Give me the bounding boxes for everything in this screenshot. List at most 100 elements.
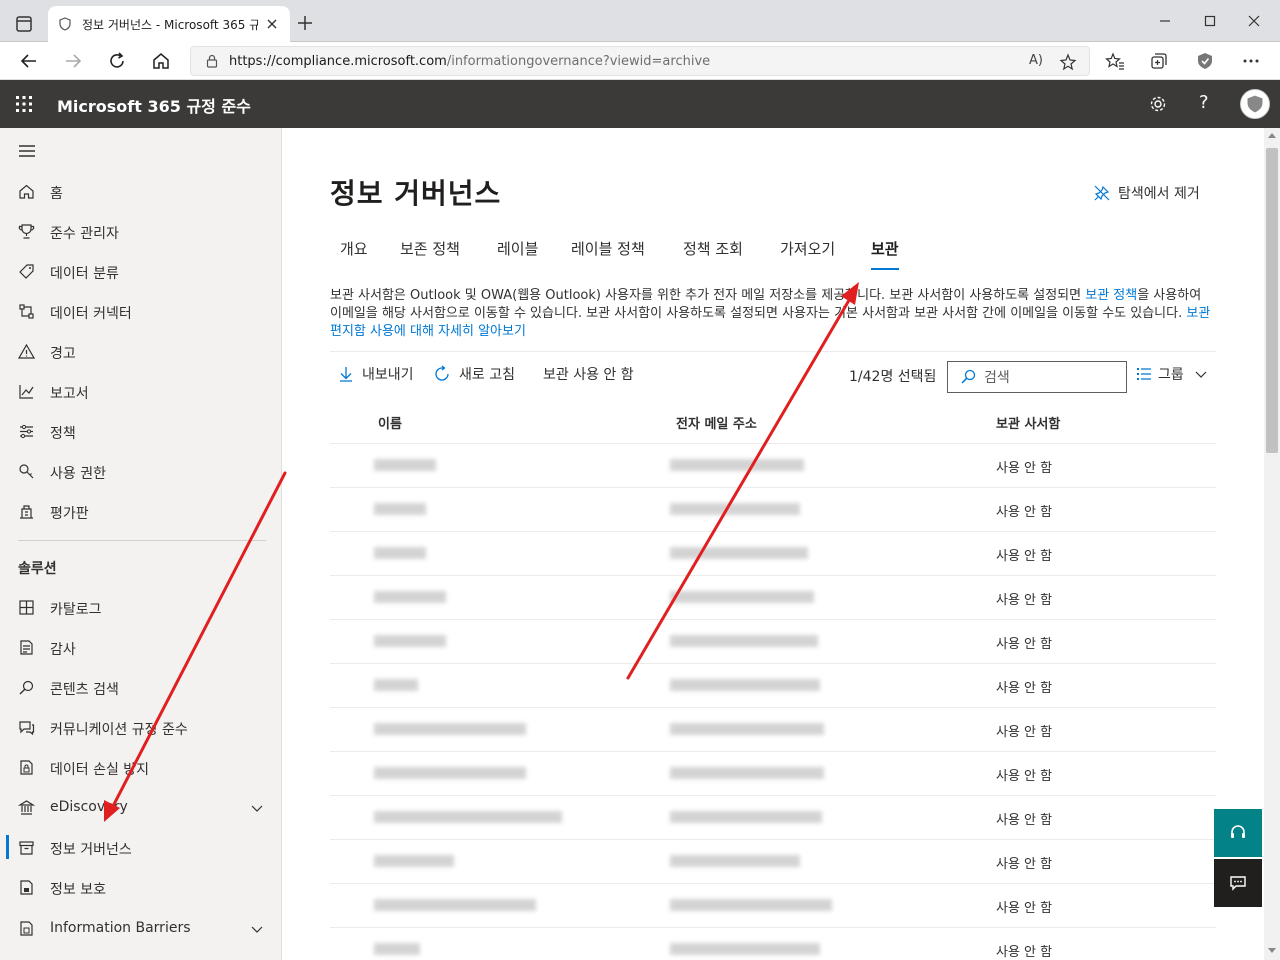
back-icon[interactable] — [19, 51, 39, 71]
sidebar-item-label: 정보 거버넌스 — [50, 842, 132, 858]
scrollbar-thumb[interactable] — [1266, 148, 1278, 453]
column-header-archive[interactable]: 보관 사서함 — [996, 413, 1060, 432]
sidebar-item-permissions[interactable]: 사용 권한 — [0, 451, 282, 491]
chat-icon — [19, 721, 35, 736]
forward-icon[interactable] — [63, 51, 83, 71]
chevron-down-icon — [1195, 371, 1207, 378]
tab-label-policies[interactable]: 레이블 정책 — [571, 238, 645, 270]
refresh-icon[interactable] — [107, 51, 127, 71]
sidebar-item-audit[interactable]: 감사 — [0, 627, 282, 667]
tab-policy-lookup[interactable]: 정책 조회 — [683, 238, 743, 270]
disable-archive-button[interactable]: 보관 사용 안 함 — [543, 364, 634, 384]
table-row[interactable]: 사용 안 함 — [330, 928, 1216, 960]
table-row[interactable]: 사용 안 함 — [330, 664, 1216, 708]
app-header: Microsoft 365 규정 준수 ? — [0, 80, 1280, 128]
sidebar-item-alerts[interactable]: 경고 — [0, 331, 282, 371]
minimize-icon[interactable] — [1157, 13, 1173, 29]
redacted-name — [374, 547, 426, 559]
table-row[interactable]: 사용 안 함 — [330, 488, 1216, 532]
table-row[interactable]: 사용 안 함 — [330, 708, 1216, 752]
table-row[interactable]: 사용 안 함 — [330, 840, 1216, 884]
tab-archive[interactable]: 보관 — [871, 238, 899, 270]
table-row[interactable]: 사용 안 함 — [330, 444, 1216, 488]
sidebar-item-compliance-manager[interactable]: 준수 관리자 — [0, 211, 282, 251]
settings-gear-icon[interactable] — [1149, 95, 1167, 113]
sidebar-item-policies[interactable]: 정책 — [0, 411, 282, 451]
redacted-email — [670, 811, 822, 823]
feedback-button[interactable] — [1214, 859, 1262, 907]
favorites-icon[interactable] — [1105, 51, 1125, 71]
add-favorite-icon[interactable] — [1059, 53, 1077, 71]
tab-overview[interactable]: 개요 — [340, 238, 368, 270]
sidebar-item-ediscovery[interactable]: eDiscovery — [0, 787, 282, 827]
sidebar-item-information-barriers[interactable]: Information Barriers — [0, 908, 282, 948]
sidebar-item-data-classification[interactable]: 데이터 분류 — [0, 251, 282, 291]
vertical-scrollbar[interactable] — [1264, 128, 1280, 960]
group-button[interactable]: 그룹 — [1136, 364, 1214, 384]
chevron-down-icon[interactable] — [250, 801, 264, 815]
scroll-up-icon[interactable] — [1268, 132, 1276, 140]
tab-import[interactable]: 가져오기 — [780, 238, 835, 270]
tab-title: 정보 거버넌스 - Microsoft 365 규정 준수 — [82, 17, 258, 32]
sidebar-item-content-search[interactable]: 콘텐츠 검색 — [0, 667, 282, 707]
help-icon[interactable]: ? — [1199, 92, 1209, 113]
unpin-icon — [1094, 185, 1110, 201]
divider — [330, 351, 1216, 352]
sidebar-item-information-governance[interactable]: 정보 거버넌스 — [0, 827, 282, 867]
refresh-button[interactable]: 새로 고침 — [433, 364, 515, 384]
tab-labels[interactable]: 레이블 — [497, 238, 538, 270]
close-window-icon[interactable] — [1246, 13, 1262, 29]
sidebar-item-data-loss-prevention[interactable]: 데이터 손실 방지 — [0, 747, 282, 787]
sidebar-item-trials[interactable]: 평가판 — [0, 491, 282, 531]
chevron-down-icon[interactable] — [250, 922, 264, 936]
remove-from-navigation-button[interactable]: 탐색에서 제거 — [1094, 183, 1200, 203]
sidebar-item-reports[interactable]: 보고서 — [0, 371, 282, 411]
selected-count: 1/42명 선택됨 — [849, 369, 937, 385]
active-indicator — [6, 835, 9, 859]
sidebar-item-home[interactable]: 홈 — [0, 171, 282, 211]
help-support-button[interactable] — [1214, 809, 1262, 857]
trophy-icon — [18, 224, 35, 239]
redacted-email — [670, 591, 814, 603]
column-header-name[interactable]: 이름 — [378, 413, 402, 432]
solutions-section-title: 솔루션 — [18, 561, 57, 577]
close-tab-icon[interactable] — [264, 16, 280, 32]
table-row[interactable]: 사용 안 함 — [330, 796, 1216, 840]
home-browser-icon[interactable] — [151, 51, 171, 71]
sidebar-item-information-protection[interactable]: 정보 보호 — [0, 867, 282, 907]
table-row[interactable]: 사용 안 함 — [330, 752, 1216, 796]
table-row[interactable]: 사용 안 함 — [330, 576, 1216, 620]
table-row[interactable]: 사용 안 함 — [330, 620, 1216, 664]
address-toolbar: https://compliance.microsoft.com/informa… — [0, 42, 1280, 80]
hamburger-menu-icon[interactable] — [18, 143, 36, 159]
tab-actions-icon[interactable] — [14, 14, 34, 34]
browser-tab[interactable]: 정보 거버넌스 - Microsoft 365 규정 준수 — [48, 6, 290, 42]
more-options-icon[interactable] — [1241, 51, 1261, 71]
column-header-email[interactable]: 전자 메일 주소 — [676, 413, 757, 432]
sidebar-item-catalog[interactable]: 카탈로그 — [0, 587, 282, 627]
new-tab-icon[interactable] — [296, 14, 314, 32]
redacted-name — [374, 899, 536, 911]
maximize-icon[interactable] — [1202, 13, 1218, 29]
scroll-down-icon[interactable] — [1268, 946, 1276, 954]
disable-archive-label: 보관 사용 안 함 — [543, 367, 634, 383]
export-button[interactable]: 내보내기 — [338, 364, 414, 384]
table-row[interactable]: 사용 안 함 — [330, 884, 1216, 928]
app-launcher-icon[interactable] — [16, 96, 32, 112]
table-row[interactable]: 사용 안 함 — [330, 532, 1216, 576]
read-aloud-icon[interactable]: A) — [1029, 53, 1043, 68]
barrier-icon — [20, 921, 33, 936]
sidebar-item-data-connectors[interactable]: 데이터 커넥터 — [0, 291, 282, 331]
avatar[interactable] — [1240, 89, 1270, 119]
redacted-email — [670, 723, 824, 735]
search-input[interactable]: 검색 — [947, 361, 1127, 393]
url-bar[interactable]: https://compliance.microsoft.com/informa… — [190, 46, 1090, 76]
tab-retention-policies[interactable]: 보존 정책 — [400, 238, 460, 270]
app-title[interactable]: Microsoft 365 규정 준수 — [57, 93, 251, 117]
sidebar-item-communication-compliance[interactable]: 커뮤니케이션 규정 준수 — [0, 707, 282, 747]
collections-icon[interactable] — [1149, 51, 1169, 71]
retention-policy-link[interactable]: 보관 정책 — [1085, 288, 1137, 303]
refresh-icon — [435, 365, 449, 381]
extension-shield-icon[interactable] — [1195, 51, 1215, 71]
redacted-name — [374, 767, 526, 779]
